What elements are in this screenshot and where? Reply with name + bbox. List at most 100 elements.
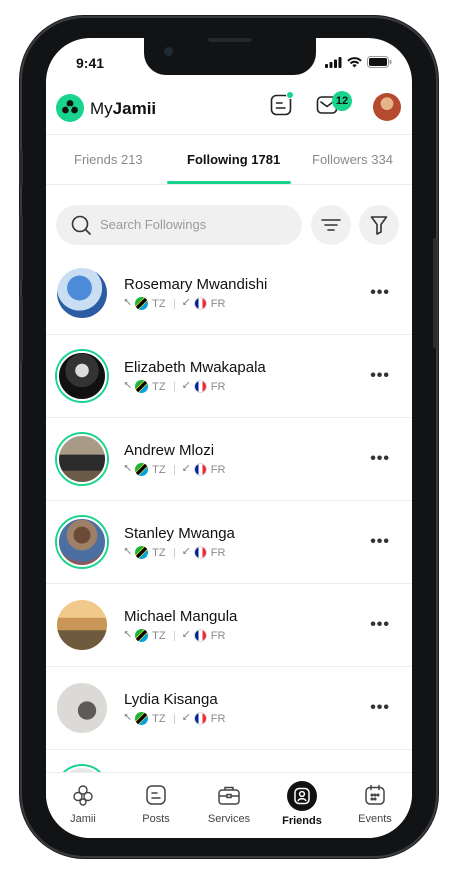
origin-country: TZ (152, 546, 166, 559)
tanzania-flag-icon (135, 297, 149, 310)
origin-arrow-icon: ⭦ (124, 712, 132, 724)
origin-country: TZ (152, 463, 166, 476)
notch (144, 38, 316, 75)
power-button (433, 238, 437, 348)
avatar (57, 268, 107, 318)
destination-arrow-icon: ⭩ (182, 380, 190, 392)
destination-country: FR (210, 380, 226, 393)
sort-icon (321, 219, 341, 231)
profile-avatar[interactable] (373, 93, 401, 121)
tanzania-flag-icon (135, 629, 149, 642)
more-options-button[interactable]: ••• (370, 450, 390, 468)
app-screen: 9:41 MyJamii 12 Friends 213 Following 17… (46, 38, 412, 838)
volume-down-button (19, 296, 23, 362)
contact-meta: ⭦ TZ ⭩ FR (124, 297, 225, 310)
tanzania-flag-icon (135, 546, 149, 559)
tab-friends[interactable]: Friends 213 (74, 152, 143, 167)
france-flag-icon (193, 629, 207, 642)
sort-button[interactable] (311, 205, 351, 245)
list-item[interactable]: Lydia Kisanga ⭦ TZ ⭩ FR ••• (46, 667, 412, 750)
france-flag-icon (193, 546, 207, 559)
app-header: MyJamii 12 (46, 90, 412, 130)
france-flag-icon (193, 297, 207, 310)
nav-label: Posts (142, 813, 170, 825)
destination-country: FR (210, 546, 226, 559)
contact-meta: ⭦ TZ ⭩ FR (124, 712, 225, 725)
contact-name: Rosemary Mwandishi (124, 276, 268, 293)
origin-arrow-icon: ⭦ (124, 463, 132, 475)
destination-arrow-icon: ⭩ (182, 712, 190, 724)
calendar-icon (361, 781, 389, 809)
list-item[interactable]: Rosemary Mwandishi ⭦ TZ ⭩ FR ••• (46, 252, 412, 335)
nav-label: Events (358, 813, 392, 825)
avatar (57, 517, 107, 567)
tanzania-flag-icon (135, 463, 149, 476)
destination-arrow-icon: ⭩ (182, 629, 190, 641)
wifi-icon (347, 56, 362, 67)
more-options-button[interactable]: ••• (370, 367, 390, 385)
briefcase-icon (215, 781, 243, 809)
more-options-button[interactable]: ••• (370, 284, 390, 302)
tanzania-flag-icon (135, 712, 149, 725)
search-icon (71, 215, 91, 235)
notification-dot (286, 91, 294, 99)
bottom-nav: Jamii Posts Services Friends Events (46, 772, 412, 838)
contact-meta: ⭦ TZ ⭩ FR (124, 629, 225, 642)
search-input[interactable]: Search Followings (56, 205, 302, 245)
flower-icon (69, 781, 97, 809)
person-icon (287, 781, 317, 811)
origin-country: TZ (152, 297, 166, 310)
list-item[interactable]: Elizabeth Mwakapala ⭦ TZ ⭩ FR ••• (46, 335, 412, 418)
messages-button[interactable]: 12 (316, 91, 352, 120)
mute-switch (19, 150, 23, 186)
nav-friends[interactable]: Friends (269, 781, 335, 827)
myjamii-logo-icon (56, 94, 84, 122)
avatar (57, 351, 107, 401)
contact-name: Stanley Mwanga (124, 525, 235, 542)
origin-country: TZ (152, 380, 166, 393)
more-options-button[interactable]: ••• (370, 616, 390, 634)
destination-arrow-icon: ⭩ (182, 463, 190, 475)
nav-posts[interactable]: Posts (123, 781, 189, 825)
contact-meta: ⭦ TZ ⭩ FR (124, 463, 225, 476)
status-time: 9:41 (76, 55, 105, 71)
tab-following[interactable]: Following 1781 (187, 152, 280, 167)
tab-followers[interactable]: Followers 334 (312, 152, 393, 167)
france-flag-icon (193, 380, 207, 393)
origin-country: TZ (152, 712, 166, 725)
list-item[interactable]: Stanley Mwanga ⭦ TZ ⭩ FR ••• (46, 501, 412, 584)
origin-arrow-icon: ⭦ (124, 629, 132, 641)
tabs-divider (46, 184, 412, 185)
contact-name: Lydia Kisanga (124, 691, 218, 708)
following-list: Rosemary Mwandishi ⭦ TZ ⭩ FR ••• Elizabe… (46, 252, 412, 833)
nav-label: Jamii (70, 813, 96, 825)
origin-arrow-icon: ⭦ (124, 546, 132, 558)
origin-arrow-icon: ⭦ (124, 297, 132, 309)
contact-name: Andrew Mlozi (124, 442, 215, 459)
more-options-button[interactable]: ••• (370, 533, 390, 551)
battery-icon (367, 56, 392, 68)
friends-tabs: Friends 213 Following 1781 Followers 334 (46, 152, 412, 182)
messages-badge: 12 (332, 91, 352, 111)
nav-label: Services (207, 813, 251, 825)
nav-services[interactable]: Services (196, 781, 262, 825)
contact-meta: ⭦ TZ ⭩ FR (124, 546, 225, 559)
destination-arrow-icon: ⭩ (182, 297, 190, 309)
contact-name: Elizabeth Mwakapala (124, 359, 266, 376)
nav-jamii[interactable]: Jamii (50, 781, 116, 825)
filter-button[interactable] (359, 205, 399, 245)
avatar (57, 683, 107, 733)
volume-up-button (19, 215, 23, 281)
destination-country: FR (210, 629, 226, 642)
more-options-button[interactable]: ••• (370, 699, 390, 717)
header-divider (46, 134, 412, 135)
nav-events[interactable]: Events (342, 781, 408, 825)
front-camera (164, 47, 173, 56)
origin-country: TZ (152, 629, 166, 642)
avatar (57, 434, 107, 484)
list-item[interactable]: Michael Mangula ⭦ TZ ⭩ FR ••• (46, 584, 412, 667)
notifications-button[interactable] (270, 91, 296, 120)
france-flag-icon (193, 712, 207, 725)
list-item[interactable]: Andrew Mlozi ⭦ TZ ⭩ FR ••• (46, 418, 412, 501)
destination-arrow-icon: ⭩ (182, 546, 190, 558)
